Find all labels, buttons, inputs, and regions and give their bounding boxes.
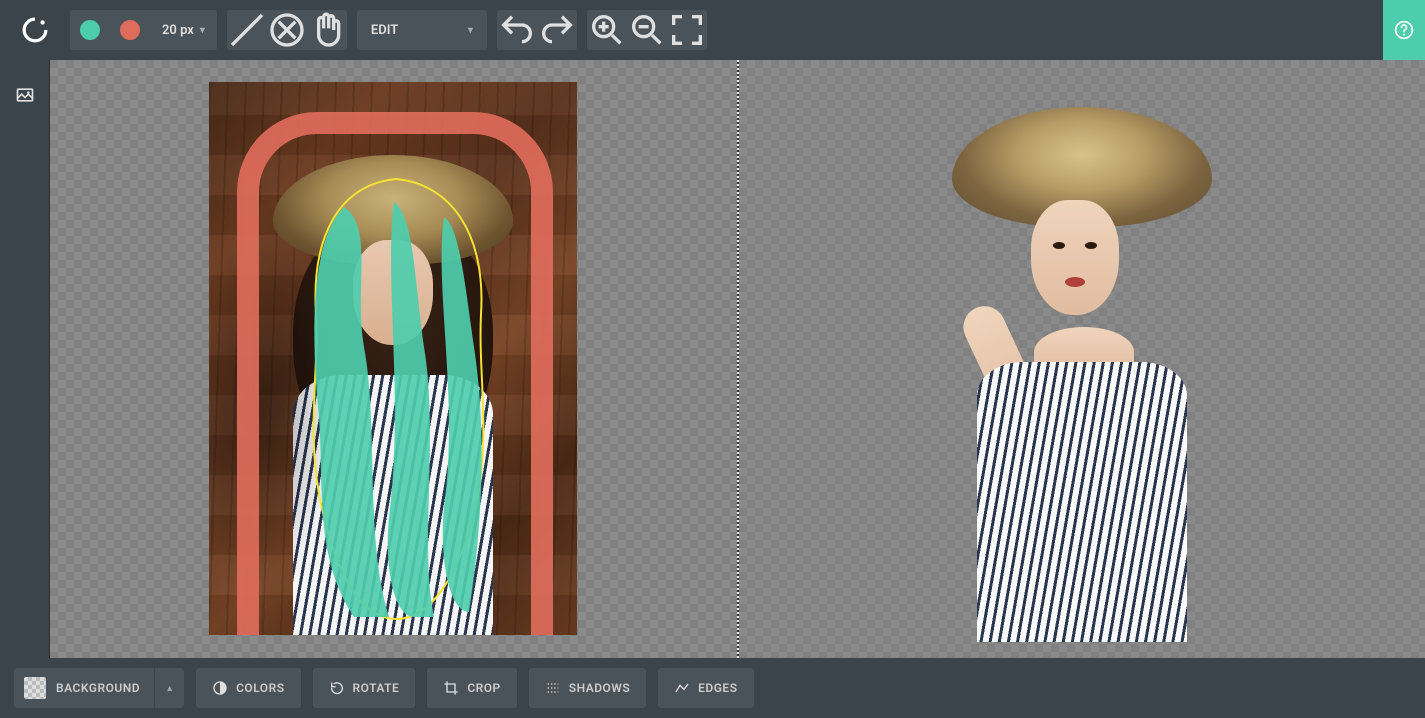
circle-red-icon xyxy=(120,20,140,40)
edges-button[interactable]: EDGES xyxy=(658,668,753,708)
brush-tool-button[interactable] xyxy=(227,10,267,50)
background-chooser: BACKGROUND ▴ xyxy=(14,668,184,708)
history-group xyxy=(497,10,577,50)
edges-label: EDGES xyxy=(698,681,737,695)
background-label: BACKGROUND xyxy=(56,681,154,695)
image-library-button[interactable] xyxy=(0,72,50,117)
keep-marker-button[interactable] xyxy=(70,10,110,50)
keep-mark xyxy=(294,197,494,627)
left-sidebar xyxy=(0,60,50,658)
remove-marker-button[interactable] xyxy=(110,10,150,50)
app-logo[interactable] xyxy=(10,0,60,60)
help-icon xyxy=(1394,20,1414,40)
tool-mode-group xyxy=(227,10,347,50)
caret-down-icon: ▾ xyxy=(200,25,205,36)
redo-icon xyxy=(537,10,577,50)
erase-tool-button[interactable] xyxy=(267,10,307,50)
edges-icon xyxy=(674,680,690,696)
caret-down-icon: ▾ xyxy=(468,25,473,36)
source-image xyxy=(209,82,577,635)
marker-color-group: 20 px ▾ xyxy=(70,10,217,50)
mark-overlay xyxy=(209,82,577,635)
image-icon xyxy=(15,85,35,105)
zoom-in-button[interactable] xyxy=(587,10,627,50)
brush-size-dropdown[interactable]: 20 px ▾ xyxy=(150,10,217,50)
bottom-toolbar: BACKGROUND ▴ COLORS ROTATE CROP SHADOWS … xyxy=(0,658,1425,718)
shadows-label: SHADOWS xyxy=(569,681,630,695)
top-toolbar: 20 px ▾ EDIT ▾ xyxy=(0,0,1425,60)
crop-icon xyxy=(443,680,459,696)
colors-label: COLORS xyxy=(236,681,284,695)
brush-size-label: 20 px xyxy=(162,23,194,38)
help-button[interactable] xyxy=(1383,0,1425,60)
fullscreen-icon xyxy=(667,10,707,50)
colors-button[interactable]: COLORS xyxy=(196,668,300,708)
brush-icon xyxy=(227,10,267,50)
main-area xyxy=(0,60,1425,658)
zoom-out-icon xyxy=(627,10,667,50)
shadows-button[interactable]: SHADOWS xyxy=(529,668,646,708)
crop-label: CROP xyxy=(467,681,500,695)
rotate-icon xyxy=(329,680,345,696)
contrast-icon xyxy=(212,680,228,696)
circle-green-icon xyxy=(80,20,100,40)
zoom-out-button[interactable] xyxy=(627,10,667,50)
background-swatch[interactable] xyxy=(24,677,46,699)
zoom-group xyxy=(587,10,707,50)
pan-tool-button[interactable] xyxy=(307,10,347,50)
edit-dropdown[interactable]: EDIT ▾ xyxy=(357,10,487,50)
caret-up-icon: ▴ xyxy=(167,683,172,694)
zoom-in-icon xyxy=(587,10,627,50)
rotate-label: ROTATE xyxy=(353,681,400,695)
redo-button[interactable] xyxy=(537,10,577,50)
edit-dropdown-label: EDIT xyxy=(371,23,398,38)
background-menu-button[interactable]: ▴ xyxy=(154,668,184,708)
source-panel[interactable] xyxy=(50,60,737,658)
result-panel[interactable] xyxy=(739,60,1425,658)
erase-icon xyxy=(267,10,307,50)
undo-icon xyxy=(497,10,537,50)
undo-button[interactable] xyxy=(497,10,537,50)
shadows-icon xyxy=(545,680,561,696)
fit-screen-button[interactable] xyxy=(667,10,707,50)
hand-icon xyxy=(307,10,347,50)
rotate-button[interactable]: ROTATE xyxy=(313,668,416,708)
canvas-area xyxy=(50,60,1425,658)
result-cutout xyxy=(922,92,1242,642)
crop-button[interactable]: CROP xyxy=(427,668,516,708)
